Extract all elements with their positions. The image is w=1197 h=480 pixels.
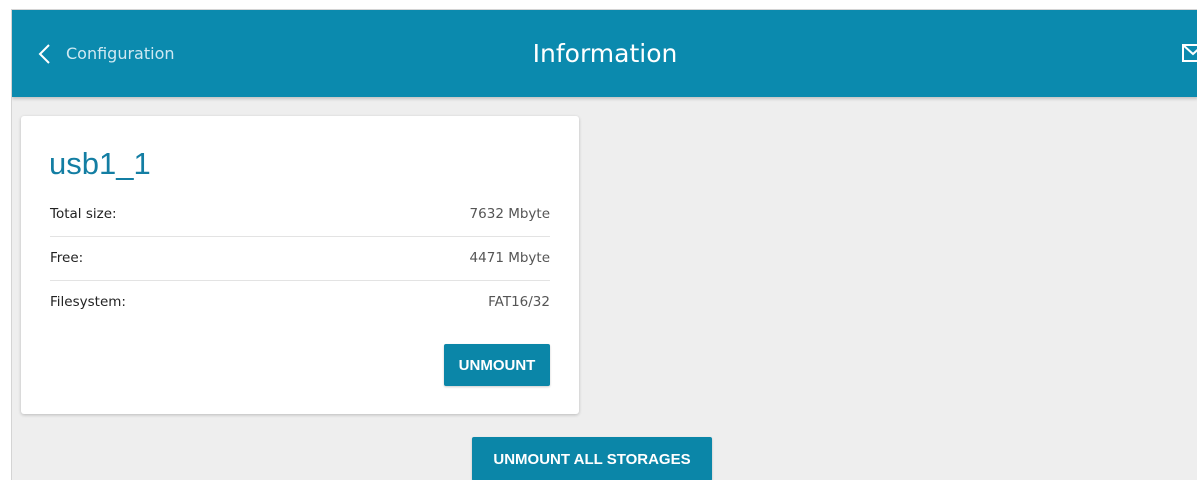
chevron-left-icon: [38, 43, 50, 64]
storage-card: usb1_1 Total size: 7632 Mbyte Free: 4471…: [21, 116, 579, 414]
unmount-button[interactable]: UNMOUNT: [444, 344, 550, 386]
back-to-configuration-link[interactable]: Configuration: [36, 10, 175, 97]
page-title: Information: [532, 39, 678, 68]
free-value: 4471 Mbyte: [469, 250, 550, 266]
unmount-all-storages-button[interactable]: UNMOUNT ALL STORAGES: [472, 437, 712, 480]
free-label: Free:: [50, 250, 84, 266]
screenshot-frame: Configuration Information usb1_1 Total s…: [0, 0, 1197, 480]
filesystem-row: Filesystem: FAT16/32: [50, 280, 550, 324]
mail-icon[interactable]: [1182, 44, 1197, 62]
app-window: Configuration Information usb1_1 Total s…: [11, 9, 1197, 480]
filesystem-label: Filesystem:: [50, 294, 126, 310]
total-size-label: Total size:: [50, 206, 117, 222]
storage-name: usb1_1: [49, 146, 151, 181]
total-size-value: 7632 Mbyte: [469, 206, 550, 222]
back-link-label: Configuration: [66, 44, 175, 63]
total-size-row: Total size: 7632 Mbyte: [50, 192, 550, 237]
free-row: Free: 4471 Mbyte: [50, 236, 550, 281]
filesystem-value: FAT16/32: [488, 294, 550, 310]
top-bar: Configuration Information: [12, 10, 1197, 97]
